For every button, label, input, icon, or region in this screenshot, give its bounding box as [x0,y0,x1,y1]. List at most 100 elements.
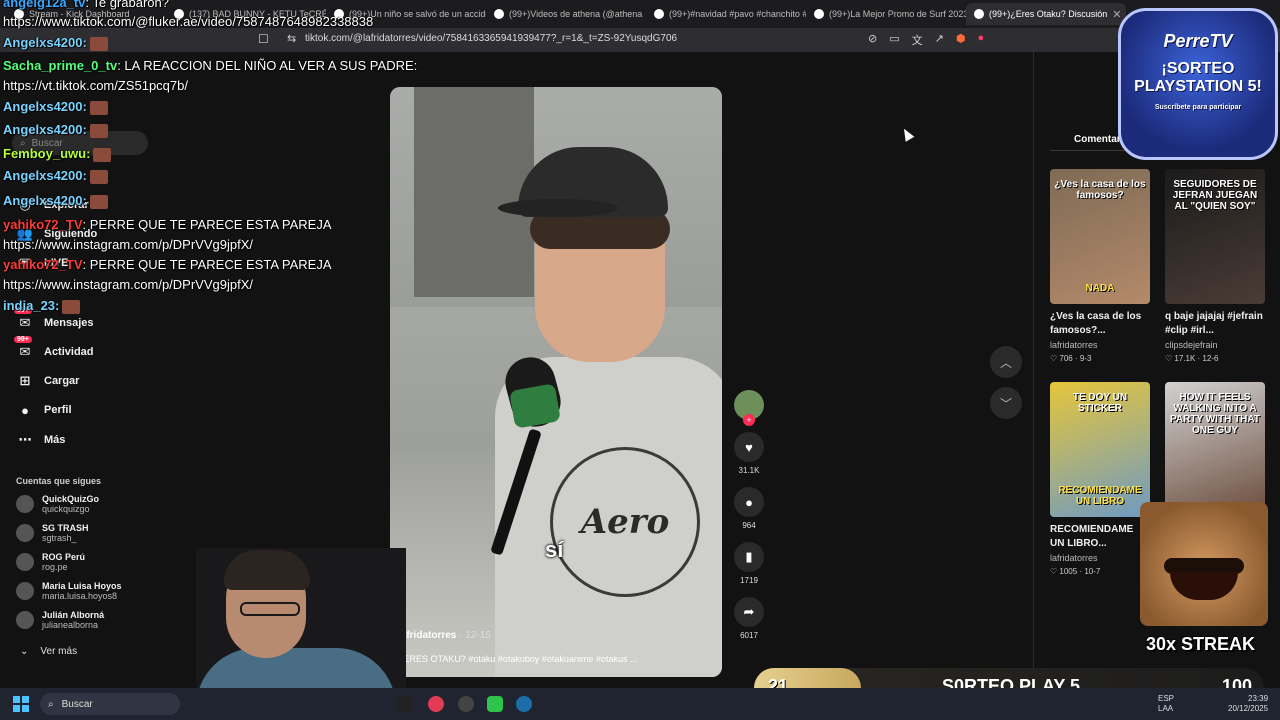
chevron-down-icon: ⌄ [20,646,29,657]
chat-username: yahiko72_TV [3,217,83,232]
card-author[interactable]: lafridatorres [1050,553,1150,563]
translate-icon[interactable]: 文 [912,32,923,48]
browser-tab[interactable]: (99+)La Mejor Promo de Surf 2023 | [806,3,966,25]
video-thumbnail[interactable]: ¿Ves la casa de los famosos? NADA [1050,169,1150,304]
eye-off-icon[interactable]: ⊘ [868,32,877,48]
followed-account[interactable]: Julián Alborná julianealborna [16,610,104,630]
like-button[interactable]: ♥ [734,432,764,462]
creator-avatar[interactable]: + [734,390,764,426]
card-meta: ♡ 17.1K · 12-6 [1165,354,1219,363]
avatar [16,553,34,571]
steam-icon[interactable] [516,696,532,712]
next-video-button[interactable]: ﹀ [990,387,1022,419]
video-author[interactable]: lafridatorres · 12-15 [398,630,491,641]
app-icon-3[interactable] [458,696,474,712]
related-video-card[interactable]: TE DOY UN STICKER RECOMIENDAME UN LIBRO RE… [1050,382,1150,576]
card-title[interactable]: q baje jajajaj #jefrain #clip #irl... [1165,310,1265,338]
taskbar-search[interactable]: ⌕ Buscar [40,693,180,715]
extensions-icon[interactable]: ⬢ [956,32,966,48]
followed-account[interactable]: ROG Perú rog.pe [16,552,85,572]
tab-label: (99+)#navidad #pavo #chanchito #le [669,9,806,19]
chat-message: https://vt.tiktok.com/ZS51pcq7b/ [3,76,188,96]
emote-icon [89,194,108,209]
comment-button[interactable]: ● [734,487,764,517]
stream-chat-overlay: angelg12a_tv: Te grabaron? https://www.ti… [0,0,440,320]
app-icon-2[interactable] [428,696,444,712]
chat-username: angelg12a_tv [3,0,86,10]
glasses [240,602,300,616]
see-more-label: Ver más [40,646,78,657]
comment-count: 964 [742,521,756,530]
browser-tab[interactable]: (99+)Videos de athena (@athena [486,3,646,25]
chat-message: Angelxs4200: [3,191,108,211]
chat-text: https://www.tiktok.com/@fluker.ae/video/… [3,14,374,29]
account-handle: maria.luisa.hoyos8 [42,591,118,601]
meme-overlay [1140,502,1268,626]
chat-text: https://www.instagram.com/p/DPrVVg9jpfX/ [3,277,253,292]
video-thumbnail[interactable]: SEGUIDORES DE JEFRAN JUEGAN AL "QUIEN SO… [1165,169,1265,304]
related-video-card[interactable]: SEGUIDORES DE JEFRAN JUEGAN AL "QUIEN SO… [1165,169,1265,363]
heart-icon: ♡ [1050,354,1060,363]
windows-taskbar: ⌕ Buscar ESP LAA 23:39 20/12/2025 [0,688,1280,720]
share-count: 6017 [740,631,758,640]
see-more-button[interactable]: ⌄ Ver más [20,646,77,657]
card-author[interactable]: lafridatorres [1050,340,1150,350]
chat-message: Angelxs4200: [3,120,108,140]
clock-time: 23:39 [1248,694,1269,703]
app-icon-4[interactable] [487,696,503,712]
card-likes: 706 [1059,354,1073,363]
card-title[interactable]: ¿Ves la casa de los famosos?... [1050,310,1150,338]
reader-icon[interactable]: ▭ [889,32,899,48]
sidebar-item-label: Más [44,434,66,446]
video-thumbnail[interactable]: TE DOY UN STICKER RECOMIENDAME UN LIBRO [1050,382,1150,517]
card-likes: 17.1K [1174,354,1196,363]
video-thumbnail[interactable]: HOW IT FEELS WALKING INTO A PARTY WITH T… [1165,382,1265,517]
windows-start-icon[interactable] [13,696,29,712]
sidebar-item-upload[interactable]: ⊞ Cargar [16,372,80,390]
system-tray[interactable]: ESP LAA [1158,694,1174,714]
account-name: QuickQuizGo [42,494,100,504]
thumbnail-subtext: NADA [1085,283,1115,294]
chat-message: india_23: [3,296,81,316]
previous-video-button[interactable]: ︿ [990,346,1022,378]
chat-username: india_23: [3,298,60,313]
video-author-name[interactable]: lafridatorres [398,630,456,641]
followed-account[interactable]: Maria Luisa Hoyos maria.luisa.hoyos8 [16,581,122,601]
heart-icon: ♡ [1050,567,1060,576]
profile-icon[interactable]: ● [977,32,984,48]
heart-icon: ♡ [1165,354,1175,363]
browser-tab[interactable]: (99+)#navidad #pavo #chanchito #le [646,3,806,25]
clock-date: 20/12/2025 [1228,704,1269,713]
sidebar-item-activity[interactable]: ✉ 99+ Actividad [14,336,94,361]
sidebar-item-profile[interactable]: ● Perfil [16,401,71,419]
followed-account[interactable]: SG TRASH sgtrash_ [16,523,89,543]
thumbnail-text: HOW IT FEELS WALKING INTO A PARTY WITH T… [1170,392,1260,436]
shirt-print: Aero [550,447,700,597]
card-title[interactable]: RECOMIENDAME UN LIBRO... [1050,523,1150,551]
related-video-card[interactable]: ¿Ves la casa de los famosos? NADA ¿Ves la … [1050,169,1150,363]
close-icon[interactable]: ✕ [1112,8,1121,21]
more-icon: ⋯ [18,432,32,447]
chat-message: yahiko72_TV: PERRE QUE TE PARECE ESTA PA… [3,255,332,275]
clock[interactable]: 23:39 20/12/2025 [1228,694,1268,714]
followed-account[interactable]: QuickQuizGo quickquizgo [16,494,99,514]
app-icon-1[interactable] [398,696,414,712]
tab-favicon-icon [814,9,824,19]
card-meta: ♡ 1005 · 10-7 [1050,567,1101,576]
browser-tab[interactable]: (99+)¿Eres Otaku? Discusión ✕ [966,3,1126,25]
related-video-card[interactable]: HOW IT FEELS WALKING INTO A PARTY WITH T… [1165,382,1265,517]
account-name: ROG Perú [42,552,86,562]
sidebar-item-more[interactable]: ⋯ Más [16,431,66,449]
follow-plus-icon[interactable]: + [743,414,755,426]
emote-icon [89,123,108,138]
video-subject: Aero [440,127,722,677]
emote-icon [89,169,108,184]
share-icon[interactable]: ↗ [935,32,944,48]
card-author[interactable]: clipsdejefrain [1165,340,1265,350]
share-button[interactable]: ➦ [734,597,764,627]
tab-favicon-icon [654,9,664,19]
account-handle: sgtrash_ [42,533,77,543]
avatar [16,611,34,629]
heart-icon: ♥ [745,439,753,455]
save-button[interactable]: ▮ [734,542,764,572]
